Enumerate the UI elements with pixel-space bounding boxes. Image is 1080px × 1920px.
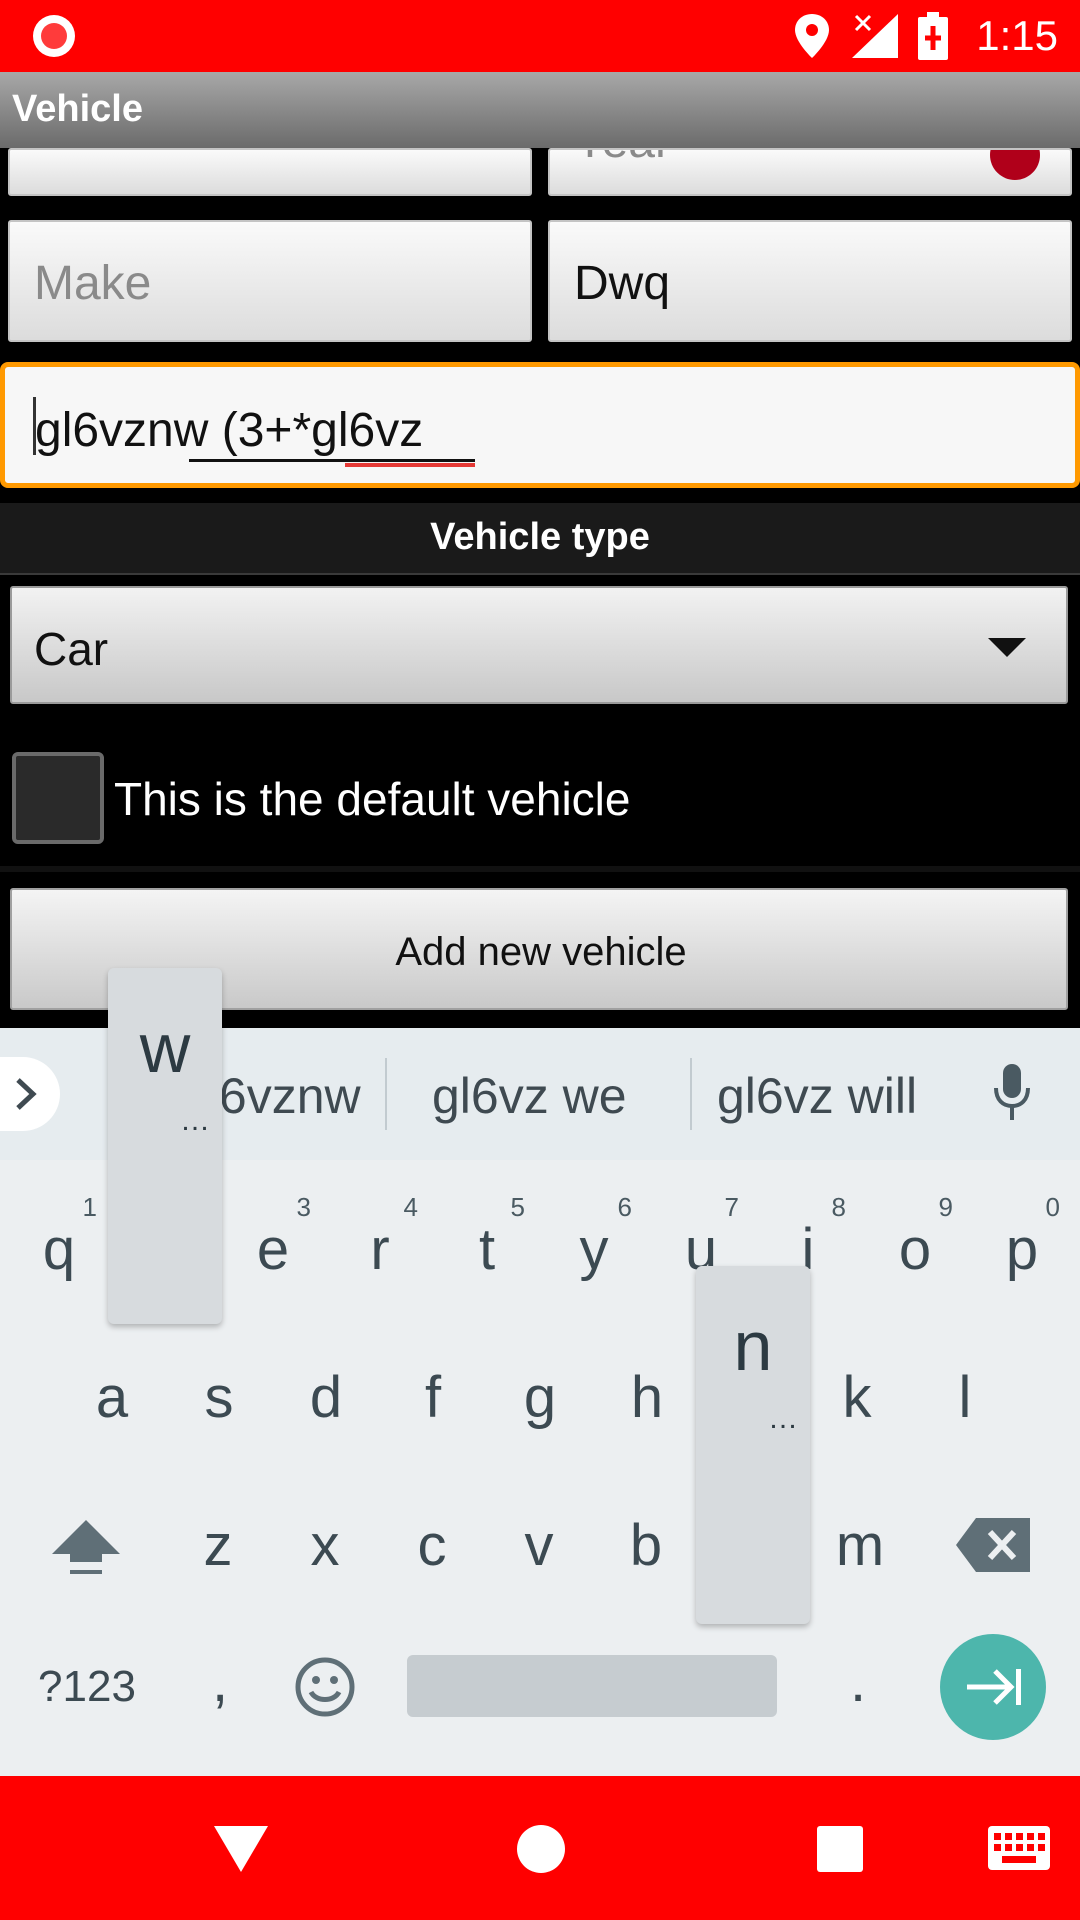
key-y[interactable]: 6y (544, 1188, 644, 1308)
key-f[interactable]: f (383, 1336, 483, 1456)
key-s[interactable]: s (169, 1336, 269, 1456)
clock: 1:15 (976, 12, 1058, 59)
key-r[interactable]: 4r (330, 1188, 430, 1308)
page-title: Vehicle (12, 88, 143, 130)
soft-keyboard: gl6vznw gl6vz we gl6vz will 1q 2w 3e 4r … (0, 968, 1080, 1776)
make-placeholder: Make (34, 257, 152, 310)
key-g[interactable]: g (490, 1336, 590, 1456)
app-toolbar: Vehicle (0, 72, 1080, 148)
error-indicator-icon (990, 150, 1040, 180)
shift-icon (52, 1520, 120, 1574)
composing-underline (189, 459, 475, 462)
symbols-key[interactable]: ?123 (32, 1626, 142, 1746)
vehicle-name-field[interactable]: gl6vznw (3+*gl6vz (0, 362, 1080, 488)
screen: 1:15 Vehicle Year Make Dwq gl6vznw (3+*g… (0, 0, 1080, 1920)
navigation-bar (0, 1776, 1080, 1920)
keyboard-switch-icon[interactable] (988, 1826, 1050, 1870)
divider (0, 866, 1080, 872)
signal-no-data-icon (852, 14, 898, 58)
model-field[interactable]: Dwq (548, 220, 1072, 342)
key-k[interactable]: k (807, 1336, 907, 1456)
key-h[interactable]: h (597, 1336, 697, 1456)
dropdown-arrow-icon (988, 638, 1026, 657)
key-t[interactable]: 5t (437, 1188, 537, 1308)
period-key[interactable]: . (808, 1626, 908, 1746)
expand-toolbar-button[interactable] (0, 1057, 60, 1131)
model-value: Dwq (574, 257, 671, 310)
key-x[interactable]: x (275, 1484, 375, 1604)
key-z[interactable]: z (168, 1484, 268, 1604)
next-field-key[interactable] (940, 1634, 1046, 1740)
back-icon[interactable] (214, 1826, 268, 1872)
suggestion-3[interactable]: gl6vz will (717, 1067, 917, 1125)
key-d[interactable]: d (276, 1336, 376, 1456)
vehicle-type-selected: Car (34, 623, 109, 675)
key-q[interactable]: 1q (9, 1188, 109, 1308)
backspace-icon (956, 1518, 1030, 1572)
space-key[interactable] (407, 1655, 777, 1717)
make-field[interactable]: Make (8, 220, 532, 342)
year-field[interactable]: Year (548, 148, 1072, 196)
key-preview-w: w … (108, 968, 222, 1324)
shift-key[interactable] (36, 1484, 136, 1604)
status-bar: 1:15 (0, 0, 1080, 72)
vehicle-type-dropdown[interactable]: Car (10, 586, 1068, 704)
suggestion-2[interactable]: gl6vz we (432, 1067, 627, 1125)
suggestion-divider (690, 1058, 692, 1130)
key-preview-n: n … (696, 1266, 810, 1624)
partial-field-left[interactable] (8, 148, 532, 196)
key-l[interactable]: l (915, 1336, 1015, 1456)
vehicle-name-value: gl6vznw (3+*gl6vz (35, 404, 424, 457)
key-o[interactable]: 9o (865, 1188, 965, 1308)
default-vehicle-checkbox[interactable] (12, 752, 104, 844)
default-vehicle-label[interactable]: This is the default vehicle (114, 772, 631, 826)
key-v[interactable]: v (489, 1484, 589, 1604)
vehicle-type-header: Vehicle type (0, 503, 1080, 575)
key-a[interactable]: a (62, 1336, 162, 1456)
suggestion-divider (385, 1058, 387, 1130)
backspace-key[interactable] (942, 1484, 1042, 1604)
battery-charging-icon (918, 12, 948, 60)
key-p[interactable]: 0p (972, 1188, 1072, 1308)
chevron-right-icon (16, 1078, 37, 1110)
key-m[interactable]: m (810, 1484, 910, 1604)
home-icon[interactable] (516, 1824, 566, 1874)
key-c[interactable]: c (382, 1484, 482, 1604)
key-b[interactable]: b (596, 1484, 696, 1604)
record-icon (33, 15, 75, 57)
emoji-icon[interactable] (294, 1656, 356, 1718)
spellcheck-underline (345, 463, 475, 467)
recents-icon[interactable] (817, 1826, 863, 1872)
comma-key[interactable]: , (170, 1626, 270, 1746)
tab-arrow-icon (967, 1669, 1021, 1705)
location-icon (795, 14, 829, 58)
key-e[interactable]: 3e (223, 1188, 323, 1308)
microphone-icon[interactable] (993, 1064, 1031, 1122)
